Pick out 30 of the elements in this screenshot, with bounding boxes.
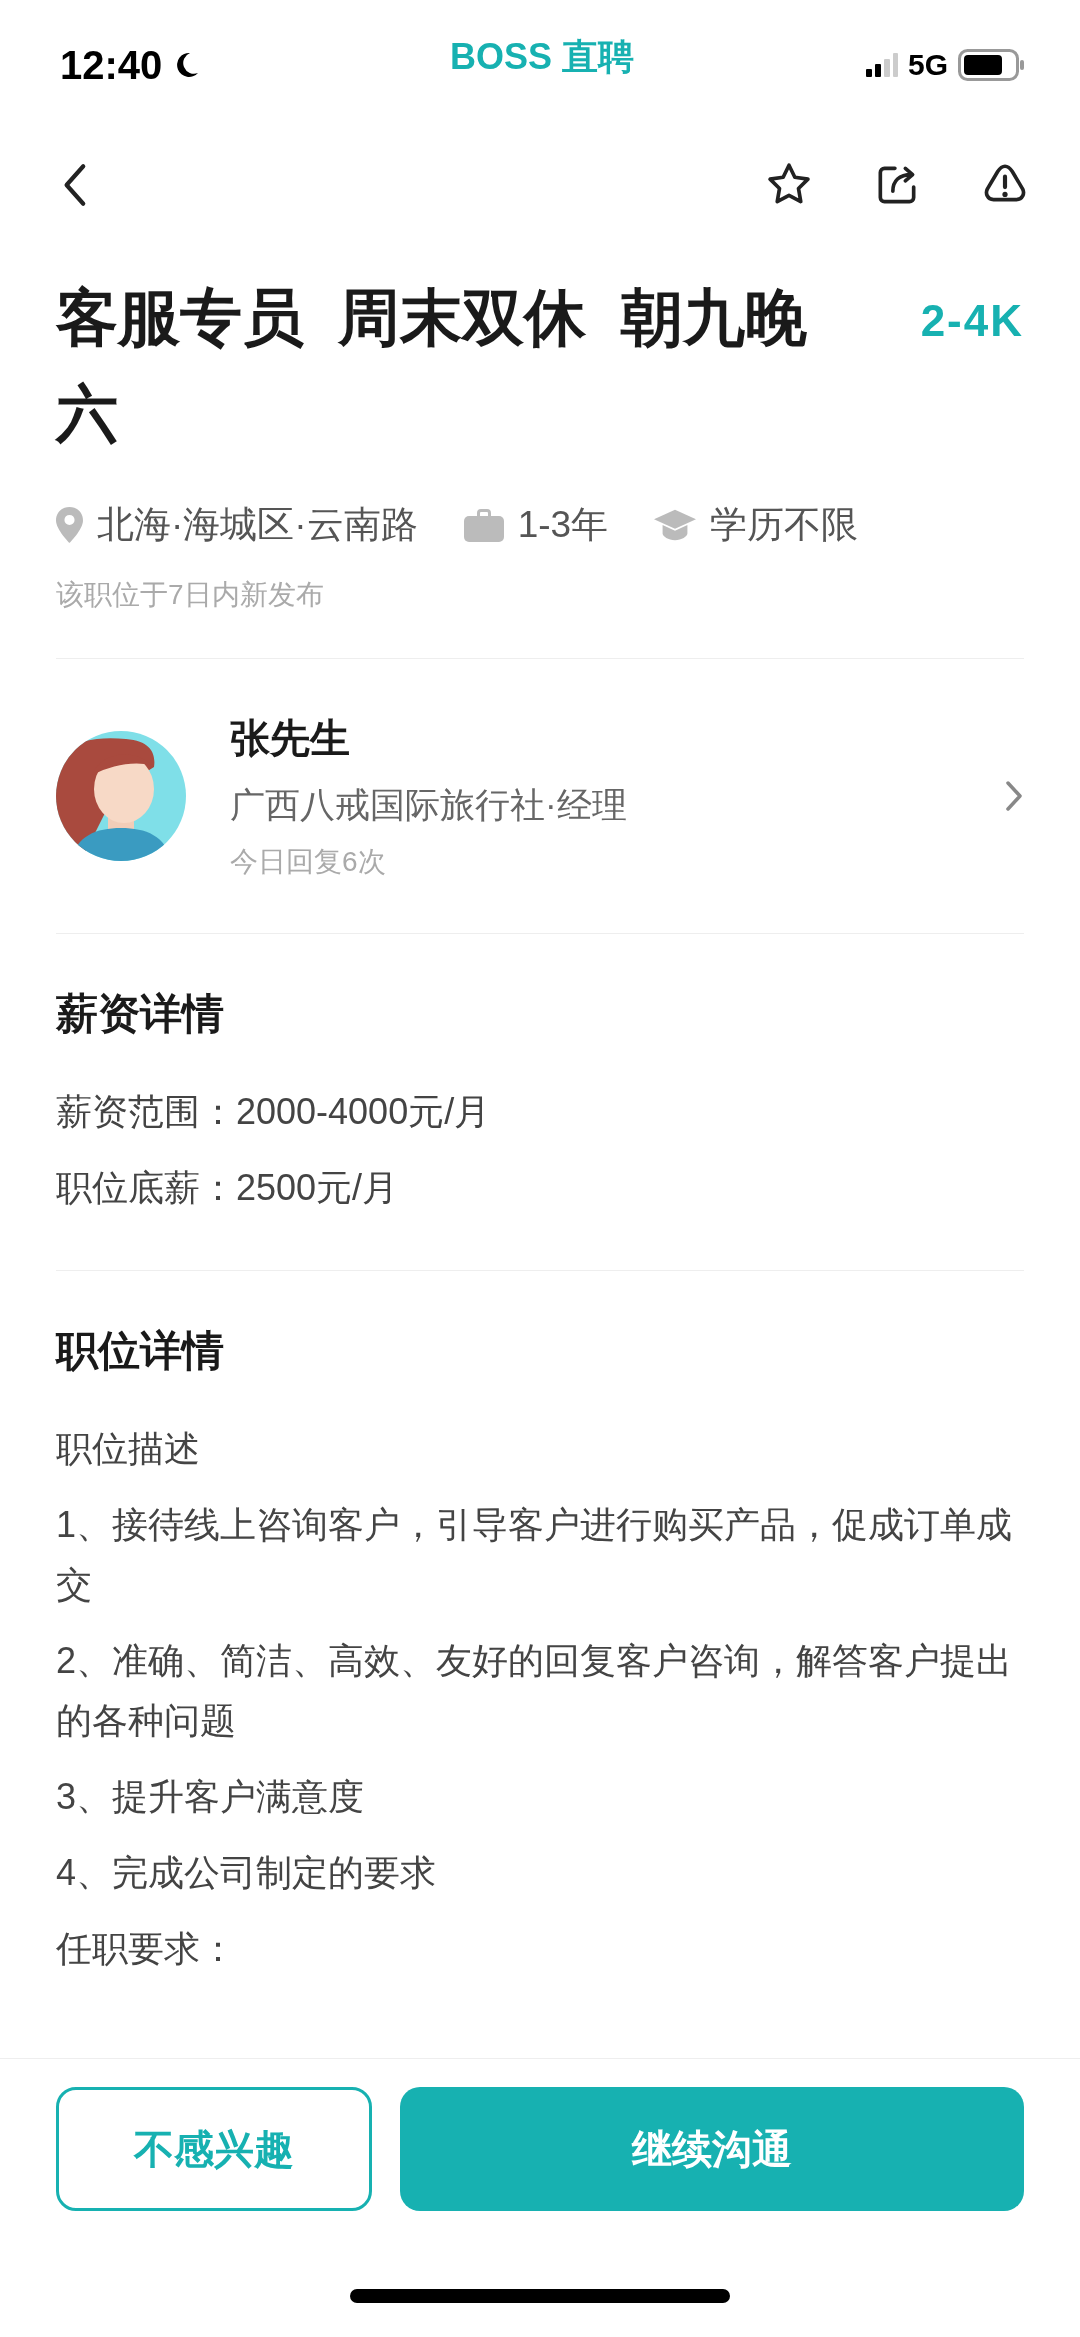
- section-title: 薪资详情: [56, 989, 225, 1039]
- posted-note: 该职位于7日内新发布: [56, 576, 1024, 659]
- detail-line: 2、准确、简洁、高效、友好的回复客户咨询，解答客户提出的各种问题: [56, 1639, 1014, 1743]
- app-name: BOSS 直聘: [449, 34, 635, 79]
- detail-line: 职位描述: [56, 1427, 201, 1471]
- job-experience: 1-3年: [517, 503, 609, 547]
- detail-line: 1、接待线上咨询客户，引导客户进行购买产品，促成订单成交: [56, 1503, 1014, 1607]
- section-title: 职位详情: [56, 1326, 225, 1376]
- salary-range: 2-4K: [920, 296, 1024, 346]
- job-education: 学历不限: [710, 503, 859, 547]
- continue-chat-button[interactable]: 继续沟通: [400, 2087, 1024, 2211]
- status-time: 12:40: [60, 42, 163, 88]
- location-pin-icon: [56, 506, 83, 544]
- detail-line: 任职要求：: [56, 1927, 237, 1971]
- graduation-cap-icon: [654, 509, 697, 541]
- job-title: 客服专员 周末双休 朝九晚六: [56, 282, 808, 450]
- recruiter-company: 广西八戒国际旅行社·经理: [230, 784, 628, 826]
- detail-line: 4、完成公司制定的要求: [56, 1851, 438, 1895]
- briefcase-icon: [463, 508, 504, 542]
- signal-icon: [865, 53, 898, 77]
- detail-line: 薪资范围：2000-4000元/月: [56, 1090, 492, 1134]
- detail-line: 职位底薪：2500元/月: [56, 1166, 400, 1210]
- detail-line: 3、提升客户满意度: [56, 1775, 366, 1819]
- reply-count: 今日回复6次: [230, 845, 387, 879]
- battery-icon: [958, 49, 1024, 81]
- network-label: 5G: [907, 48, 948, 82]
- chevron-right-icon[interactable]: [1004, 779, 1024, 813]
- not-interested-button[interactable]: 不感兴趣: [56, 2087, 372, 2211]
- job-location: 北海·海城区·云南路: [97, 503, 418, 547]
- recruiter-name: 张先生: [230, 715, 351, 762]
